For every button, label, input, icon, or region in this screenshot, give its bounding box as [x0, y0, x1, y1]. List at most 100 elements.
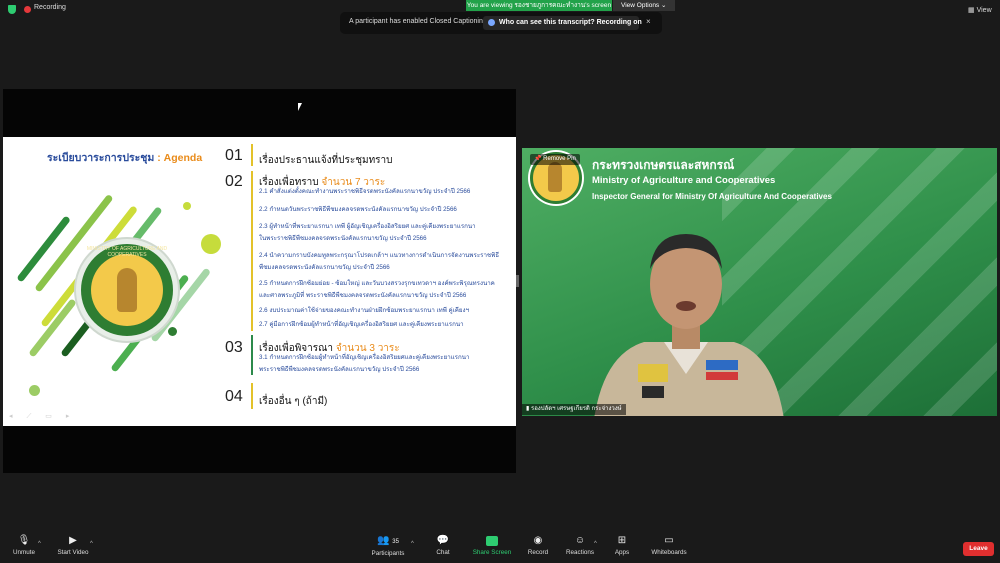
captioning-notification: A participant has enabled Closed Caption…: [340, 12, 662, 34]
reactions-options-caret-icon[interactable]: ^: [594, 541, 597, 547]
share-screen-label: Share Screen: [472, 549, 512, 556]
chat-button[interactable]: 💬 Chat: [432, 536, 454, 563]
person-icon: [488, 19, 495, 26]
transcript-info-button[interactable]: Who can see this transcript? Recording o…: [483, 16, 642, 30]
view-label: View: [976, 7, 992, 14]
share-screen-button[interactable]: Share Screen: [472, 536, 512, 563]
participants-label: Participants: [371, 550, 405, 557]
view-options-button[interactable]: View Options ⌄: [613, 0, 675, 11]
signal-icon: ▮: [526, 406, 530, 412]
unmute-button[interactable]: 🎙 Unmute: [8, 536, 40, 563]
video-options-caret-icon[interactable]: ^: [90, 541, 93, 547]
agenda-item: 2.2 กำหนดวันพระราชพิธีพืชมงคลจรดพระนังคั…: [259, 206, 457, 213]
participants-count: 35: [392, 539, 399, 545]
chevron-down-icon: ⌄: [661, 2, 667, 9]
agenda-item: พระราชพิธีพืชมงคลจรดพระนังคัลแรกนาขวัญ ป…: [259, 366, 420, 373]
view-options-label: View Options: [621, 2, 660, 9]
seal-inner: [91, 254, 163, 326]
video-camera-off-icon: ▶: [69, 535, 77, 546]
agenda-count: จำนวน 3 วาระ: [335, 343, 400, 354]
agenda-item: 3.1 กำหนดการฝึกซ้อมผู้ทำหน้าที่อัญเชิญเค…: [259, 354, 470, 361]
start-video-button[interactable]: ▶ Start Video: [54, 536, 92, 563]
chat-icon: 💬: [436, 535, 450, 546]
grid-icon: ▦: [968, 7, 975, 14]
recording-dot-icon: [24, 6, 31, 13]
agenda-heading-text: เรื่องอื่น ๆ (ถ้ามี): [259, 396, 328, 407]
apps-button[interactable]: ⊞ Apps: [612, 536, 632, 563]
agenda-heading-text: เรื่องเพื่อทราบ: [259, 177, 322, 188]
logo-figure: [548, 162, 562, 192]
recording-label[interactable]: Recording: [34, 4, 66, 11]
decor-circle: [201, 234, 221, 254]
org-name-english: Ministry of Agriculture and Cooperatives: [592, 175, 776, 186]
unmute-label: Unmute: [12, 549, 36, 556]
agenda-item: 2.4 นำความกราบบังคมทูลพระกรุณาโปรดเกล้าฯ…: [259, 252, 499, 259]
apps-label: Apps: [614, 549, 630, 556]
seal-deity-figure: [117, 268, 137, 312]
agenda-heading: เรื่องประธานแจ้งที่ประชุมทราบ: [259, 153, 393, 168]
participants-icon: 👥 35: [377, 535, 399, 546]
slide-title-thai: ระเบียบวาระการประชุม: [47, 152, 155, 164]
slide-nav-icons[interactable]: ◂ ⟋ ▭ ▸: [9, 412, 75, 421]
seal-text: MINISTRY OF AGRICULTURE AND COOPERATIVES: [86, 246, 168, 258]
agenda-item: ในพระราชพิธีพืชมงคลจรดพระนังคัลแรกนาขวัญ…: [259, 235, 427, 242]
start-video-label: Start Video: [57, 549, 89, 556]
agenda-bar: [251, 171, 253, 331]
participant-video-tile[interactable]: 📌 Remove Pin กระทรวงเกษตรและสหกรณ์ Minis…: [522, 148, 997, 416]
decor-circle: [183, 202, 191, 210]
agenda-item: 2.3 ผู้ทำหน้าที่พระยาแรกนา เทพี ผู้อัญเช…: [259, 223, 476, 230]
participant-name-label: ▮ รองปลัดฯ เศรษฐเกียรติ กระจ่างวงษ์: [522, 404, 626, 415]
agenda-number: 03: [225, 339, 243, 356]
decor-circle: [29, 385, 40, 396]
agenda-number: 02: [225, 173, 243, 190]
agenda-item: พืชมงคลจรดพระนังคัลแรกนาขวัญ ประจำปี 256…: [259, 264, 390, 271]
record-button[interactable]: ◉ Record: [526, 536, 550, 563]
smiley-icon: ☺: [574, 535, 586, 546]
agenda-bar: [251, 144, 253, 166]
ministry-seal-logo: MINISTRY OF AGRICULTURE AND COOPERATIVES: [76, 239, 178, 341]
agenda-item: และศาลพระภูมิที่ พระราชพิธีพืชมงคลจรดพระ…: [259, 292, 467, 299]
view-button[interactable]: ▦ View: [968, 6, 992, 14]
agenda-heading-text: เรื่องประธานแจ้งที่ประชุมทราบ: [259, 155, 393, 166]
agenda-item: 2.6 งบประมาณค่าใช้จ่ายของคณะทำงานฝ่ายฝึก…: [259, 307, 470, 314]
agenda-heading-text: เรื่องเพื่อพิจารณา: [259, 343, 336, 354]
viewing-screen-banner: You are viewing รองชายภูการคณะทำงาน's sc…: [466, 0, 612, 11]
transcript-info-label: Who can see this transcript? Recording o…: [499, 19, 642, 26]
reactions-button[interactable]: ☺ Reactions: [566, 536, 594, 563]
share-screen-icon: [486, 536, 498, 546]
security-shield-icon[interactable]: [8, 5, 16, 14]
pin-icon: 📌: [534, 156, 542, 162]
org-name-thai: กระทรวงเกษตรและสหกรณ์: [592, 158, 735, 172]
decor-stripe: [16, 215, 72, 283]
split-view-divider[interactable]: [516, 275, 519, 287]
remove-pin-button[interactable]: 📌 Remove Pin: [530, 154, 580, 165]
whiteboards-button[interactable]: ▭ Whiteboards: [650, 536, 688, 563]
slide-title-sep: :: [154, 152, 164, 164]
participant-name: รองปลัดฯ เศรษฐเกียรติ กระจ่างวงษ์: [530, 406, 622, 412]
whiteboard-icon: ▭: [664, 535, 674, 546]
agenda-number: 04: [225, 388, 243, 405]
agenda-item: 2.1 คำสั่งแต่งตั้งคณะทำงานพระราชพิธีจรดพ…: [259, 188, 471, 195]
record-label: Record: [527, 549, 549, 556]
close-icon[interactable]: ×: [646, 17, 651, 26]
org-subtitle: Inspector General for Ministry Of Agricu…: [592, 192, 832, 201]
notification-message: A participant has enabled Closed Caption…: [349, 18, 487, 25]
presentation-slide: ระเบียบวาระการประชุม : Agenda MINISTRY O…: [3, 137, 516, 426]
agenda-item: 2.5 กำหนดการฝึกซ้อมย่อย - ซ้อมใหญ่ และวั…: [259, 280, 495, 287]
leave-button[interactable]: Leave: [963, 542, 994, 556]
agenda-bar: [251, 383, 253, 409]
slide-title: ระเบียบวาระการประชุม : Agenda: [47, 149, 202, 166]
reactions-label: Reactions: [566, 549, 595, 556]
participants-button[interactable]: 👥 35 Participants: [368, 536, 408, 563]
decor-circle: [168, 327, 177, 336]
apps-icon: ⊞: [617, 535, 627, 546]
slide-title-agenda: Agenda: [163, 152, 203, 164]
agenda-heading: เรื่องอื่น ๆ (ถ้ามี): [259, 394, 327, 409]
agenda-number: 01: [225, 147, 243, 164]
speaker-video: [594, 234, 784, 416]
mouse-cursor-icon: [298, 103, 305, 111]
participants-options-caret-icon[interactable]: ^: [411, 541, 414, 547]
audio-options-caret-icon[interactable]: ^: [38, 541, 41, 547]
agenda-count: จำนวน 7 วาระ: [321, 177, 386, 188]
microphone-muted-icon: 🎙: [17, 535, 31, 546]
